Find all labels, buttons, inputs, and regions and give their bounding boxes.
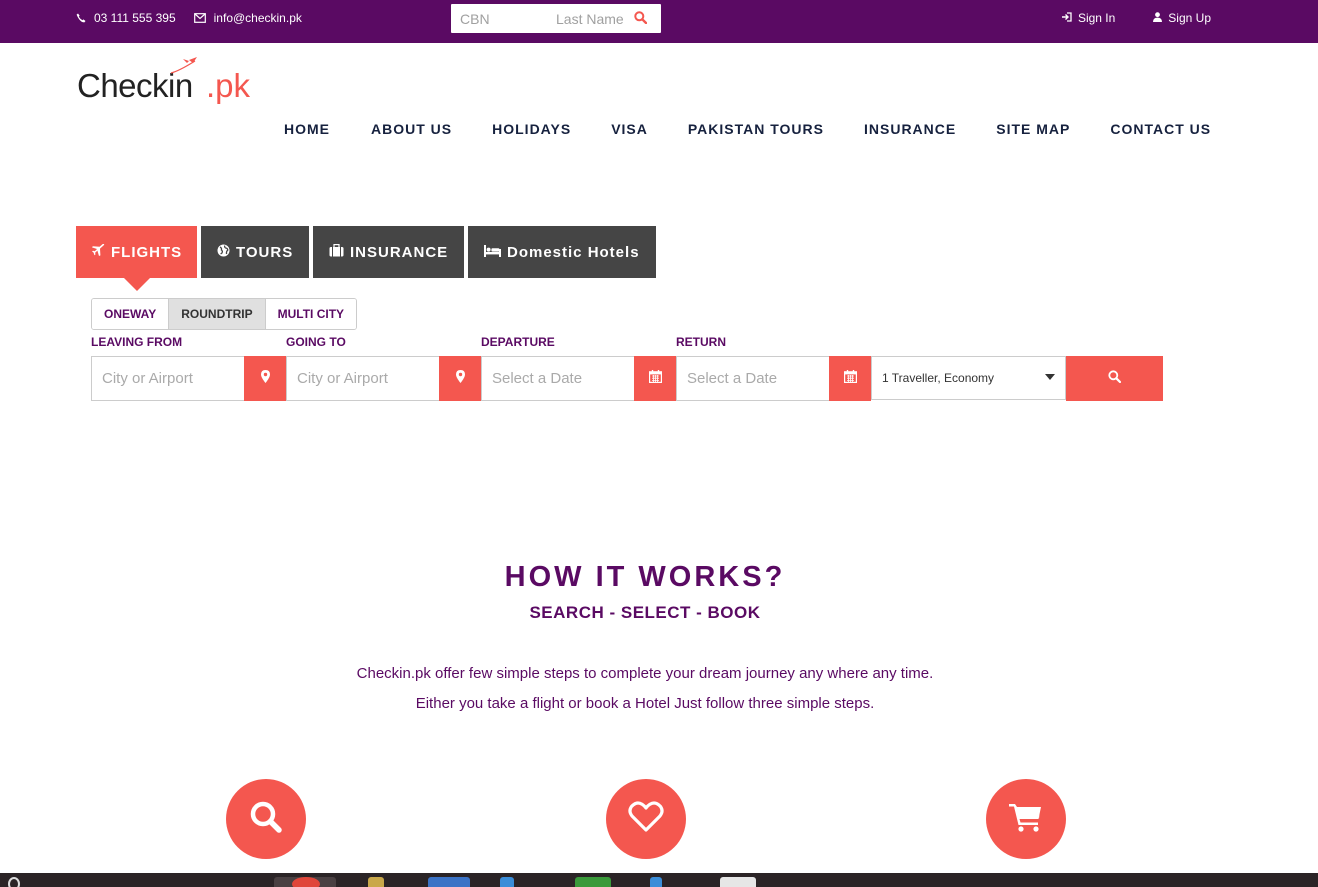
leaving-from-input[interactable] [91,356,244,401]
calendar-icon [843,369,857,388]
tab-tours[interactable]: TOURS [201,226,309,278]
map-marker-icon [260,369,270,388]
nav-holidays[interactable]: HOLIDAYS [492,121,571,137]
tab-flights[interactable]: FLIGHTS [76,226,197,291]
os-taskbar [0,873,1318,887]
trip-roundtrip[interactable]: ROUNDTRIP [169,299,266,329]
how-it-works-subtitle: SEARCH - SELECT - BOOK [529,603,761,622]
search-icon [1108,369,1122,388]
travellers-class-select[interactable]: 1 Traveller, Economy [871,356,1066,400]
site-logo[interactable]: Checkin .pk [77,57,257,107]
user-icon [1153,11,1163,25]
envelope-icon [193,13,206,23]
top-bar: 03 111 555 395 info@checkin.pk Sign In [0,0,1318,43]
taskbar-app-icon[interactable] [428,877,470,887]
travellers-class-value: 1 Traveller, Economy [882,371,995,385]
going-location-button[interactable] [439,356,481,401]
nav-about-us[interactable]: ABOUT US [371,121,452,137]
search-icon [633,10,647,27]
cart-icon [1009,802,1043,837]
step-search-circle [226,779,306,859]
nav-contact-us[interactable]: CONTACT US [1110,121,1211,137]
caret-down-icon [1045,374,1055,380]
auth-links: Sign In Sign Up [1061,11,1211,25]
sign-in-link[interactable]: Sign In [1061,11,1115,25]
flight-search-button[interactable] [1066,356,1163,401]
going-to-label: GOING TO [286,335,346,349]
leaving-location-button[interactable] [244,356,286,401]
nav-visa[interactable]: VISA [611,121,648,137]
departure-label: DEPARTURE [481,335,555,349]
email-address: info@checkin.pk [213,11,302,25]
heart-icon [628,800,664,838]
last-name-input[interactable] [546,5,626,32]
cbn-input[interactable] [451,5,546,32]
sign-up-label: Sign Up [1168,11,1211,25]
map-marker-icon [455,369,465,388]
nav-site-map[interactable]: SITE MAP [996,121,1070,137]
taskbar-app-icon[interactable] [575,877,611,887]
booking-lookup [451,4,661,33]
product-tabs: FLIGHTS TOURS INSURANCE Domestic Hotels [76,226,656,291]
departure-field [481,356,676,401]
tab-domestic-hotels[interactable]: Domestic Hotels [468,226,656,278]
return-calendar-button[interactable] [829,356,871,401]
logo-suffix-text: .pk [206,67,251,104]
taskbar-app-icon[interactable] [368,877,384,887]
how-it-works-title: HOW IT WORKS? [504,561,786,593]
going-to-field [286,356,481,401]
how-it-works-text-2: Either you take a flight or book a Hotel… [415,695,875,712]
leaving-from-label: LEAVING FROM [91,335,183,349]
email-contact[interactable]: info@checkin.pk [193,11,302,25]
departure-calendar-button[interactable] [634,356,676,401]
trip-type-toggle: ONEWAY ROUNDTRIP MULTI CITY [91,298,358,330]
tab-domestic-hotels-label: Domestic Hotels [507,243,640,261]
sign-in-icon [1061,11,1072,25]
phone-number: 03 111 555 395 [94,11,176,25]
taskbar-app-icon[interactable] [650,877,662,887]
search-icon [249,800,283,839]
taskbar-app-icon[interactable] [500,877,514,887]
contact-info: 03 111 555 395 info@checkin.pk [76,11,302,25]
tab-insurance[interactable]: INSURANCE [313,226,464,278]
sign-in-label: Sign In [1077,11,1116,25]
trip-multi-city[interactable]: MULTI CITY [265,299,357,329]
sign-up-link[interactable]: Sign Up [1153,11,1211,25]
nav-home[interactable]: HOME [284,121,330,137]
return-field [676,356,871,401]
phone-icon [76,13,86,23]
main-nav: HOME ABOUT US HOLIDAYS VISA PAKISTAN TOU… [284,121,1211,137]
taskbar-app-icon[interactable] [8,877,20,887]
taskbar-app-icon[interactable] [720,877,756,887]
nav-insurance[interactable]: INSURANCE [864,121,956,137]
nav-pakistan-tours[interactable]: PAKISTAN TOURS [688,121,824,137]
calendar-icon [648,369,662,388]
plane-icon [92,243,105,261]
leaving-from-field [91,356,286,401]
return-date-input[interactable] [676,356,829,401]
bed-icon [484,244,501,261]
taskbar-app-icon[interactable] [292,877,320,887]
lookup-search-button[interactable] [626,5,654,32]
tab-flights-label: FLIGHTS [111,243,183,261]
suitcase-icon [329,243,344,261]
tab-insurance-label: INSURANCE [350,243,449,261]
how-it-works-text-1: Checkin.pk offer few simple steps to com… [356,665,934,682]
trip-oneway[interactable]: ONEWAY [92,299,170,329]
tab-tours-label: TOURS [236,243,294,261]
logo-plane-icon [170,57,197,74]
phone-contact[interactable]: 03 111 555 395 [76,11,176,25]
step-book-circle [986,779,1066,859]
going-to-input[interactable] [286,356,439,401]
step-select-circle [606,779,686,859]
departure-date-input[interactable] [481,356,634,401]
return-label: RETURN [676,335,726,349]
globe-icon [217,244,230,261]
